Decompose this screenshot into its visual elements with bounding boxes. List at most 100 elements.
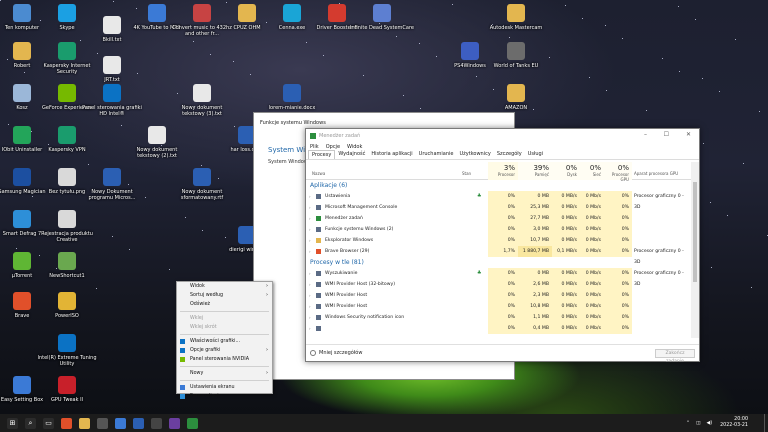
desktop-icon[interactable]: JRT.txt: [80, 56, 144, 83]
process-row[interactable]: › 0% 0,4 MB 0 MB/s 0 Mb/s 0%: [306, 323, 691, 334]
context-menu-item[interactable]: Widok ›: [177, 282, 272, 291]
process-row[interactable]: › WMI Provider Host 0% 2,3 MB 0 MB/s 0 Mb/s 0%: [306, 290, 691, 301]
column-1[interactable]: Stan: [460, 162, 488, 180]
vertical-scrollbar[interactable]: [691, 162, 699, 338]
column-6[interactable]: 0% Procesor GPU: [604, 162, 632, 182]
chevron-right-icon[interactable]: ›: [309, 249, 311, 254]
process-row[interactable]: › Funkcje systemu Windows (2) 0% 3,0 MB 0 MB…: [306, 224, 691, 235]
column-3[interactable]: 39% Pamięć: [518, 162, 552, 180]
column-5[interactable]: 0% Sieć: [580, 162, 604, 180]
context-menu-item[interactable]: Personalizuj: [177, 392, 272, 401]
task-manager-window[interactable]: Menedżer zadań – ☐ ✕ Plik Opcje Widok Proc…: [305, 128, 700, 364]
process-row[interactable]: › Wyszukiwanie ♣ 0% 0 MB 0 MB/s 0 Mb/s 0% Proces…: [306, 268, 691, 287]
desktop-icon[interactable]: AMAZON: [484, 84, 548, 111]
context-menu-item[interactable]: Opcje grafiki ›: [177, 346, 272, 355]
desktop-icon[interactable]: Kaspersky VPN: [35, 126, 99, 153]
minimize-button[interactable]: –: [644, 131, 647, 138]
column-0[interactable]: Nazwa: [310, 162, 460, 180]
show-desktop-button[interactable]: [764, 414, 768, 432]
process-row[interactable]: › Menedżer zadań 0% 27,7 MB 0 MB/s 0 Mb/s 0%: [306, 213, 691, 224]
start-icon[interactable]: ⊞: [7, 417, 18, 429]
desktop-icon[interactable]: Panel sterowania grafiki HD Intel®: [80, 84, 144, 117]
chevron-right-icon[interactable]: ›: [309, 205, 311, 210]
file-explorer-icon[interactable]: [79, 417, 90, 429]
desktop-icon[interactable]: PowerISO: [35, 292, 99, 319]
chevron-right-icon[interactable]: ›: [309, 194, 311, 199]
chevron-right-icon[interactable]: ›: [309, 304, 311, 309]
column-4[interactable]: 0% Dysk: [552, 162, 580, 180]
context-menu-item[interactable]: Panel sterowania NVIDIA: [177, 355, 272, 364]
desktop-icon[interactable]: Nowy dokument sformatowany.rtf: [170, 168, 234, 201]
tab-3[interactable]: Uruchamianie: [416, 150, 457, 159]
chevron-right-icon[interactable]: ›: [309, 227, 311, 232]
process-row[interactable]: › WMI Provider Host (32-bitowy) 0% 2,6 MB 0 …: [306, 279, 691, 290]
chevron-up-icon[interactable]: [310, 350, 316, 356]
task-manager-icon[interactable]: [187, 417, 198, 429]
context-menu-item[interactable]: Wklej skrót: [177, 323, 272, 332]
process-row[interactable]: › WMI Provider Host 0% 10,8 MB 0 MB/s 0 Mb/s 0…: [306, 301, 691, 312]
tab-0[interactable]: Procesy: [308, 150, 336, 159]
clock[interactable]: 20:00 2022-03-21: [720, 417, 768, 429]
process-row[interactable]: › Microsoft Management Console 0% 25,3 MB 0 …: [306, 202, 691, 213]
less-details-link[interactable]: Mniej szczegółów: [319, 350, 362, 356]
task-view-icon[interactable]: ▭: [43, 417, 54, 429]
search-icon[interactable]: ⌕: [25, 417, 36, 429]
chevron-right-icon[interactable]: ›: [309, 271, 311, 276]
network-icon[interactable]: ◫: [696, 421, 701, 426]
menu-item-opcje[interactable]: Opcje: [326, 144, 340, 150]
photos-icon[interactable]: [115, 417, 126, 429]
menu-item-widok[interactable]: Widok: [347, 144, 362, 150]
desktop-icon[interactable]: Rejestracja produktu Creative: [35, 210, 99, 243]
column-7[interactable]: Aparat procesora GPU: [632, 162, 693, 180]
word-icon[interactable]: [133, 417, 144, 429]
menu-item-plik[interactable]: Plik: [310, 144, 319, 150]
chevron-right-icon[interactable]: ›: [309, 216, 311, 221]
settings-icon[interactable]: [97, 417, 108, 429]
desktop-icon[interactable]: NewShortcut1: [35, 252, 99, 279]
context-menu-item[interactable]: Wklej: [177, 314, 272, 323]
context-menu-item[interactable]: Właściwości grafiki...: [177, 337, 272, 346]
process-row[interactable]: › Brave Browser (29) 1,7% 1 880,7 MB 0,1 MB/…: [306, 246, 691, 265]
user-folder-icon: [13, 42, 31, 60]
tray-chevron-icon[interactable]: ⌃: [686, 421, 690, 426]
desktop-icon[interactable]: Infinite Dead SystemCare: [350, 4, 414, 31]
task-manager-icon: [310, 132, 316, 139]
process-row[interactable]: › Windows Security notification icon 0% 1,1…: [306, 312, 691, 323]
chevron-right-icon[interactable]: ›: [309, 315, 311, 320]
desktop[interactable]: Ten komputer Skype Bkill.txt 4K YouTube to …: [0, 0, 768, 414]
desktop-icon[interactable]: Nowy dokument tekstowy (3).txt: [170, 84, 234, 117]
tab-5[interactable]: Szczegóły: [494, 150, 525, 159]
context-menu-item[interactable]: Nowy ›: [177, 369, 272, 378]
column-2[interactable]: 3% Procesor: [488, 162, 518, 180]
app-icon[interactable]: [169, 417, 180, 429]
maximize-button[interactable]: ☐: [664, 131, 669, 138]
chevron-right-icon[interactable]: ›: [309, 326, 311, 331]
brave-icon[interactable]: [61, 417, 72, 429]
context-menu-item[interactable]: Ustawienia ekranu: [177, 383, 272, 392]
tab-6[interactable]: Usługi: [525, 150, 546, 159]
calculator-icon[interactable]: [151, 417, 162, 429]
desktop-icon[interactable]: Autodesk Mastercam: [484, 4, 548, 31]
chevron-right-icon[interactable]: ›: [309, 238, 311, 243]
desktop-icon-label: Infinite Dead SystemCare: [350, 25, 414, 31]
chevron-right-icon[interactable]: ›: [309, 282, 311, 287]
title-bar[interactable]: Menedżer zadań: [306, 129, 699, 142]
context-menu-item[interactable]: Odśwież: [177, 300, 272, 309]
tab-2[interactable]: Historia aplikacji: [368, 150, 415, 159]
tab-4[interactable]: Użytkownicy: [456, 150, 493, 159]
process-row[interactable]: › Ustawienia ♣ 0% 0 MB 0 MB/s 0 Mb/s 0% Procesor…: [306, 191, 691, 210]
desktop-icon[interactable]: Intel(R) Extreme Tuning Utility: [35, 334, 99, 367]
desktop-icon[interactable]: World of Tanks EU: [484, 42, 548, 69]
close-button[interactable]: ✕: [686, 131, 691, 138]
context-menu-item[interactable]: Sortuj według ›: [177, 291, 272, 300]
volume-icon[interactable]: ◀): [707, 421, 713, 426]
tab-1[interactable]: Wydajność: [335, 150, 368, 159]
desktop-icon[interactable]: Nowy dokument tekstowy (2).txt: [125, 126, 189, 159]
chevron-right-icon[interactable]: ›: [309, 293, 311, 298]
end-task-button[interactable]: Zakończ zadanie: [655, 349, 695, 364]
desktop-icon[interactable]: Nowy Dokument programu Micros...: [80, 168, 144, 201]
scroll-thumb[interactable]: [693, 182, 697, 282]
process-row[interactable]: › Eksplorator Windows 0% 10,7 MB 0 MB/s 0 Mb/…: [306, 235, 691, 246]
desktop-icon[interactable]: GPU Tweak II: [35, 376, 99, 403]
desktop-icon[interactable]: lorem-mianie.docx: [260, 84, 324, 111]
